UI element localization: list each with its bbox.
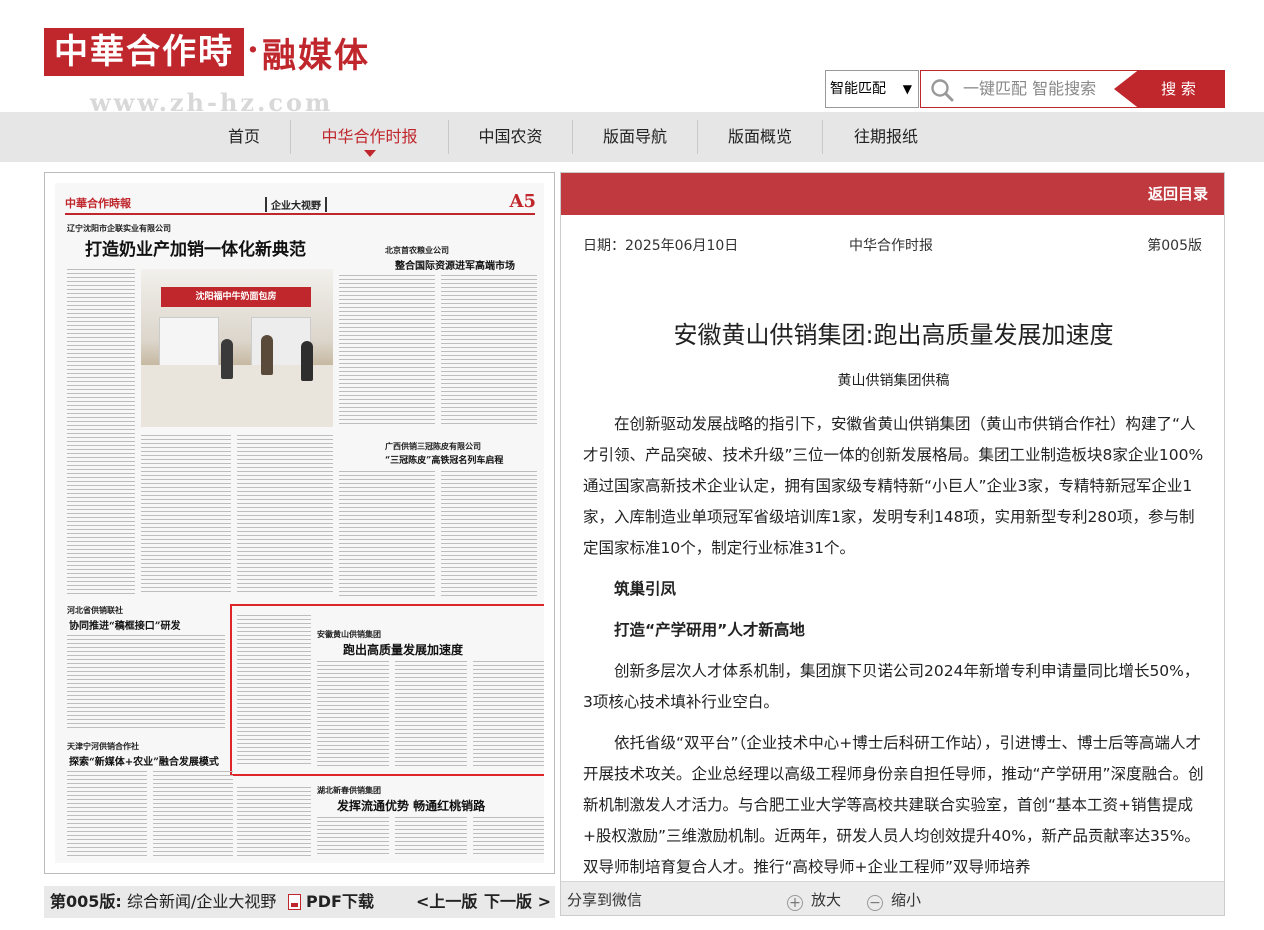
story-kicker: 北京首农粮业公司 xyxy=(385,246,449,255)
photo-person xyxy=(221,339,233,379)
article-paragraph: 创新多层次人才体系机制，集团旗下贝诺公司2024年新增专利申请量同比增长50%，… xyxy=(583,662,1200,711)
story-text-column xyxy=(395,661,467,769)
search-mode-value: 智能匹配 xyxy=(830,81,886,97)
nav-item-archive[interactable]: 往期报纸 xyxy=(823,112,949,162)
article-author: 黄山供销集团供稿 xyxy=(837,373,950,389)
zoom-in-button[interactable]: + 放大 xyxy=(787,882,842,915)
nav-item-zhonghua[interactable]: 中华合作时报 xyxy=(291,112,448,162)
newspaper-page-image[interactable]: 中華合作時報 企业大视野 A5 辽宁沈阳市企联实业有限公司 打造奶业产加销一体化… xyxy=(55,183,544,863)
pdf-download-link[interactable]: PDF下载 xyxy=(306,886,374,918)
photo-person xyxy=(261,335,273,375)
photo-shelf xyxy=(159,317,219,367)
story-kicker: 广西供销三冠陈皮有限公司 xyxy=(385,442,481,451)
story-kicker: 辽宁沈阳市企联实业有限公司 xyxy=(67,224,171,233)
story-headline[interactable]: “三冠陈皮”高铁冠名列车启程 xyxy=(385,453,503,466)
nav-item-layout-overview[interactable]: 版面概览 xyxy=(698,112,822,162)
story-text-column xyxy=(339,471,435,597)
story-kicker: 天津宁河供销合作社 xyxy=(67,742,139,751)
story-kicker: 河北省供销联社 xyxy=(67,606,123,615)
story-kicker: 湖北新春供销集团 xyxy=(317,786,381,795)
story-headline[interactable]: 跑出高质量发展加速度 xyxy=(343,641,463,658)
zoom-out-button[interactable]: − 缩小 xyxy=(867,882,922,915)
story-headline[interactable]: 协同推进“稿框接口”研发 xyxy=(69,617,181,632)
story-text-column xyxy=(67,771,147,857)
story-text-column xyxy=(441,471,537,597)
zoom-in-label: 放大 xyxy=(811,891,842,909)
photo-shop-sign: 沈阳福中牛奶面包房 xyxy=(161,287,311,307)
share-wechat-link[interactable]: 分享到微信 xyxy=(567,882,642,915)
story-text-column xyxy=(473,661,544,769)
paper-page-number: A5 xyxy=(509,191,537,212)
article-panel: 返回目录 日期：2025年06月10日 中华合作时报 第005版 安徽黄山供销集… xyxy=(560,172,1225,916)
search-mode-select[interactable]: 智能匹配 ▼ xyxy=(825,70,919,108)
search-icon xyxy=(931,79,954,102)
page-section-title: 综合新闻/企业大视野 xyxy=(127,892,277,911)
pdf-icon[interactable] xyxy=(288,894,301,910)
article-title: 安徽黄山供销集团:跑出高质量发展加速度 xyxy=(673,321,1114,349)
article-body: 在创新驱动发展战略的指引下，安徽省黄山供销集团（黄山市供销合作社）构建了“人才引… xyxy=(583,409,1207,893)
nav-item-home[interactable]: 首页 xyxy=(198,112,290,162)
story-photo: 沈阳福中牛奶面包房 xyxy=(141,269,333,427)
story-text-column xyxy=(153,771,233,857)
nav-item-nongzi[interactable]: 中国农资 xyxy=(449,112,572,162)
main-nav: 首页 中华合作时报 中国农资 版面导航 版面概览 往期报纸 xyxy=(0,112,1264,162)
photo-person xyxy=(301,341,313,381)
plus-icon: + xyxy=(787,895,803,911)
search-placeholder: 一键匹配 智能搜索 xyxy=(963,79,1097,98)
zoom-out-label: 缩小 xyxy=(891,891,922,909)
story-kicker: 安徽黄山供销集团 xyxy=(317,630,381,639)
story-text-column xyxy=(473,817,544,857)
article-subheading: 打造“产学研用”人才新高地 xyxy=(614,621,805,639)
story-text-column xyxy=(317,817,389,857)
story-text-column xyxy=(237,787,311,857)
page-version-label: 第005版: xyxy=(50,892,122,911)
article-date: 日期：2025年06月10日 xyxy=(583,238,739,254)
story-headline[interactable]: 整合国际资源进军高端市场 xyxy=(395,257,515,272)
back-to-contents-link[interactable]: 返回目录 xyxy=(1148,173,1208,215)
paper-section-name: 企业大视野 xyxy=(265,197,327,212)
paper-masthead: 中華合作時報 xyxy=(65,197,131,210)
page-toolbar: 第005版: 综合新闻/企业大视野 PDF下载 <上一版 下一版 > xyxy=(44,886,555,918)
search-input[interactable]: 一键匹配 智能搜索 xyxy=(920,70,1140,108)
active-indicator-icon xyxy=(363,150,376,157)
article-subheading: 筑巢引凤 xyxy=(614,580,677,598)
minus-icon: − xyxy=(867,895,883,911)
logo-subtitle: 融媒体 xyxy=(262,36,370,76)
article-paragraph: 在创新驱动发展战略的指引下，安徽省黄山供销集团（黄山市供销合作社）构建了“人才引… xyxy=(583,415,1204,557)
story-headline[interactable]: 探索“新媒体+农业”融合发展模式 xyxy=(69,753,219,768)
story-text-column xyxy=(67,635,225,731)
story-text-column xyxy=(141,435,231,595)
prev-page-link[interactable]: <上一版 xyxy=(416,886,477,918)
story-text-column xyxy=(317,661,389,769)
story-headline[interactable]: 打造奶业产加销一体化新典范 xyxy=(85,235,306,260)
article-paper-name: 中华合作时报 xyxy=(849,238,933,254)
newspaper-page-view: 中華合作時報 企业大视野 A5 辽宁沈阳市企联实业有限公司 打造奶业产加销一体化… xyxy=(44,172,555,874)
chevron-down-icon: ▼ xyxy=(902,82,912,96)
story-text-column xyxy=(339,275,435,425)
article-page: 第005版 xyxy=(1147,238,1202,254)
nav-item-label: 中华合作时报 xyxy=(321,127,418,146)
nav-item-layout-nav[interactable]: 版面导航 xyxy=(573,112,697,162)
story-text-column xyxy=(237,615,311,765)
story-text-column xyxy=(441,275,537,425)
story-text-column xyxy=(237,435,333,595)
logo-separator: · xyxy=(247,30,259,70)
article-paragraph: 依托省级“双平台”（企业技术中心+博士后科研工作站），引进博士、博士后等高端人才… xyxy=(583,734,1204,876)
site-header: 中華合作時報 · 融媒体 www.zh-hz.com 智能匹配 ▼ 一键匹配 智… xyxy=(0,0,1264,120)
article-toolbar: 分享到微信 + 放大 − 缩小 xyxy=(561,881,1224,915)
story-text-column xyxy=(395,817,467,857)
story-text-column xyxy=(67,269,135,597)
site-logo[interactable]: 中華合作時報 xyxy=(44,28,244,120)
story-headline[interactable]: 发挥流通优势 畅通红桃销路 xyxy=(337,797,485,814)
paper-header-rule xyxy=(65,213,535,215)
article-topbar: 返回目录 xyxy=(561,173,1224,215)
next-page-link[interactable]: 下一版 > xyxy=(484,886,551,918)
